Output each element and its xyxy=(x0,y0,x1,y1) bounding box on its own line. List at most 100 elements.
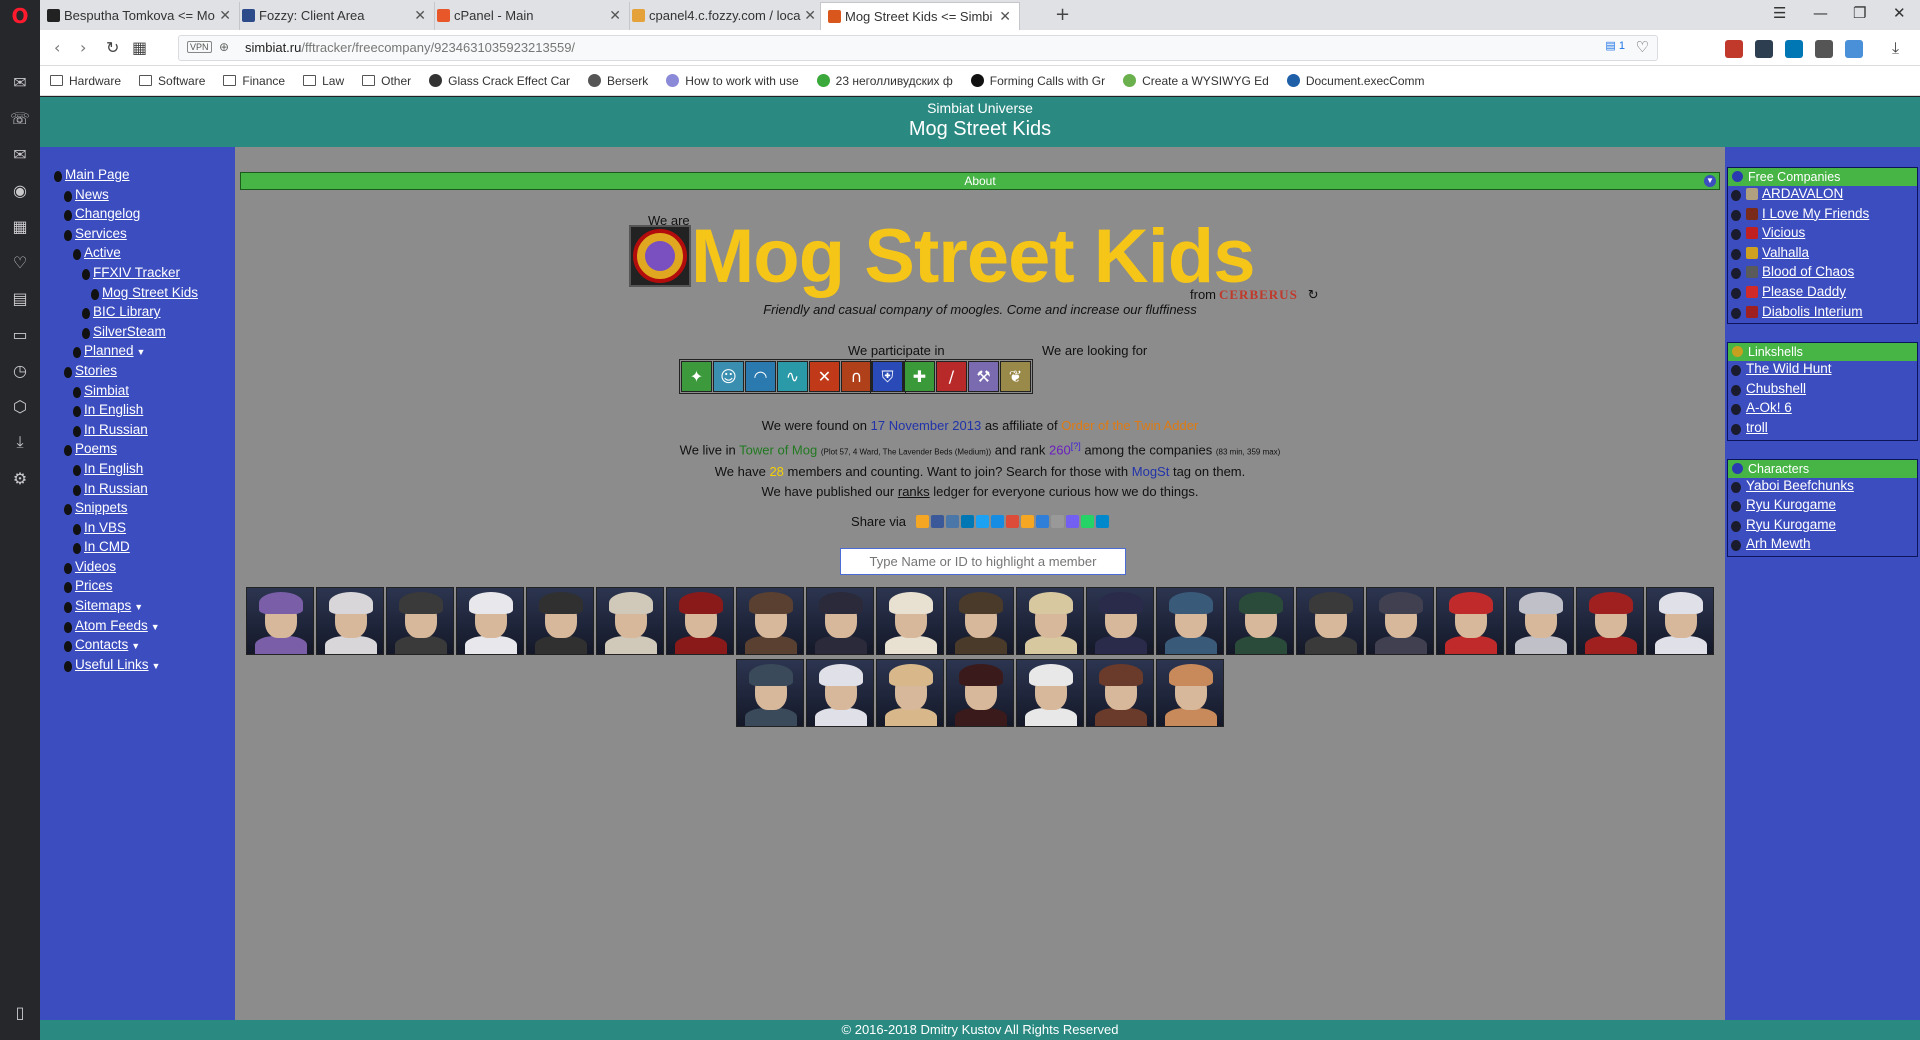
member-avatar[interactable] xyxy=(1576,587,1644,655)
nav-item[interactable]: In English xyxy=(40,461,235,481)
extension-icon[interactable] xyxy=(1755,40,1773,58)
nav-link[interactable]: Sitemaps xyxy=(75,598,131,613)
news-icon[interactable]: ▤ xyxy=(8,286,32,310)
member-avatar[interactable] xyxy=(526,587,594,655)
nav-link[interactable]: FFXIV Tracker xyxy=(93,265,180,280)
linkshell-link[interactable]: Chubshell xyxy=(1746,381,1806,396)
about-section-header[interactable]: About ▼ xyxy=(240,172,1720,190)
character-link[interactable]: Ryu Kurogame xyxy=(1746,497,1836,512)
nav-item[interactable]: In VBS xyxy=(40,520,235,540)
bookmark-heart-icon[interactable]: ♡ xyxy=(1636,38,1649,56)
bookmark-link[interactable]: Glass Crack Effect Car xyxy=(429,74,570,88)
close-icon[interactable]: ✕ xyxy=(219,2,231,30)
member-avatar[interactable] xyxy=(946,587,1014,655)
browser-tab[interactable]: cpanel4.c.fozzy.com / loca ✕ xyxy=(625,2,825,30)
browser-tab[interactable]: cPanel - Main ✕ xyxy=(430,2,630,30)
share-service-icon[interactable] xyxy=(1035,515,1049,528)
bookmark-link[interactable]: Berserk xyxy=(587,74,648,88)
bookmark-link[interactable]: Forming Calls with Gr xyxy=(970,74,1105,88)
member-avatar[interactable] xyxy=(1506,587,1574,655)
free-company-item[interactable]: Valhalla xyxy=(1728,245,1917,265)
member-avatar[interactable] xyxy=(666,587,734,655)
linkshell-item[interactable]: Chubshell xyxy=(1728,381,1917,401)
member-avatar[interactable] xyxy=(1436,587,1504,655)
nav-link[interactable]: In English xyxy=(84,402,143,417)
member-avatar[interactable] xyxy=(1156,587,1224,655)
nav-item[interactable]: Planned ▼ xyxy=(40,343,235,363)
nav-link[interactable]: Useful Links xyxy=(75,657,149,672)
forward-icon[interactable]: › xyxy=(80,38,86,57)
minimize-icon[interactable]: — xyxy=(1813,4,1828,22)
nav-item[interactable]: In English xyxy=(40,402,235,422)
member-avatar[interactable] xyxy=(1646,587,1714,655)
close-icon[interactable]: ✕ xyxy=(999,3,1011,30)
bookmark-link[interactable]: How to work with use xyxy=(666,74,799,88)
member-avatar[interactable] xyxy=(806,659,874,727)
url-text[interactable]: simbiat.ru/fftracker/freecompany/9234631… xyxy=(245,40,575,55)
nav-link[interactable]: BIC Library xyxy=(93,304,161,319)
nav-link[interactable]: Videos xyxy=(75,559,116,574)
extensions-icon[interactable]: ⬡ xyxy=(8,394,32,418)
share-service-icon[interactable] xyxy=(990,515,1004,528)
share-service-icon[interactable] xyxy=(1065,515,1079,528)
nav-link[interactable]: In CMD xyxy=(84,539,130,554)
member-avatar[interactable] xyxy=(1016,659,1084,727)
nav-item[interactable]: Changelog xyxy=(40,206,235,226)
nav-item[interactable]: Prices xyxy=(40,578,235,598)
bookmark-link[interactable]: 23 неголливудских ф xyxy=(816,74,953,88)
translate-badge[interactable]: ▤ 1 xyxy=(1605,39,1625,52)
bookmark-link[interactable]: Create a WYSIWYG Ed xyxy=(1123,74,1269,88)
nav-link[interactable]: In VBS xyxy=(84,520,126,535)
member-avatar[interactable] xyxy=(1086,659,1154,727)
member-avatar[interactable] xyxy=(1366,587,1434,655)
share-service-icon[interactable] xyxy=(975,515,989,528)
free-company-link[interactable]: Diabolis Interium xyxy=(1762,304,1863,319)
member-search-input[interactable] xyxy=(840,548,1126,575)
member-avatar[interactable] xyxy=(736,587,804,655)
member-avatar[interactable] xyxy=(806,587,874,655)
free-company-link[interactable]: Blood of Chaos xyxy=(1762,264,1854,279)
camera-icon[interactable]: ◉ xyxy=(8,178,32,202)
member-avatar[interactable] xyxy=(1086,587,1154,655)
browser-tab[interactable]: Fozzy: Client Area ✕ xyxy=(235,2,435,30)
linkshell-link[interactable]: troll xyxy=(1746,420,1768,435)
share-service-icon[interactable] xyxy=(945,515,959,528)
nav-item[interactable]: BIC Library xyxy=(40,304,235,324)
member-avatar[interactable] xyxy=(386,587,454,655)
nav-link[interactable]: Planned xyxy=(84,343,134,358)
bookmark-folder[interactable]: Software xyxy=(139,74,205,88)
nav-item[interactable]: Contacts ▼ xyxy=(40,637,235,657)
nav-item[interactable]: Active xyxy=(40,245,235,265)
character-item[interactable]: Yaboi Beefchunks xyxy=(1728,478,1917,498)
settings-icon[interactable]: ⚙ xyxy=(8,466,32,490)
member-avatar[interactable] xyxy=(316,587,384,655)
free-company-link[interactable]: Vicious xyxy=(1762,225,1805,240)
reload-icon[interactable]: ↻ xyxy=(106,38,119,57)
bookmark-folder[interactable]: Law xyxy=(303,74,344,88)
character-item[interactable]: Arh Mewth xyxy=(1728,536,1917,556)
nav-item[interactable]: Useful Links ▼ xyxy=(40,657,235,677)
tabs-icon[interactable]: ▭ xyxy=(8,322,32,346)
dropdown-caret-icon[interactable]: ▼ xyxy=(134,602,143,612)
linkshell-item[interactable]: A-Ok! 6 xyxy=(1728,400,1917,420)
share-service-icon[interactable] xyxy=(1050,515,1064,528)
free-company-item[interactable]: I Love My Friends xyxy=(1728,206,1917,226)
character-item[interactable]: Ryu Kurogame xyxy=(1728,517,1917,537)
browser-tab[interactable]: Besputha Tomkova <= Mo ✕ xyxy=(40,2,240,30)
member-avatar[interactable] xyxy=(876,659,944,727)
nav-link[interactable]: Poems xyxy=(75,441,117,456)
whatsapp-icon[interactable]: ☏ xyxy=(8,106,32,130)
nav-link[interactable]: Main Page xyxy=(65,167,130,182)
nav-item[interactable]: Snippets xyxy=(40,500,235,520)
dropdown-caret-icon[interactable]: ▼ xyxy=(152,661,161,671)
member-avatar[interactable] xyxy=(946,659,1014,727)
free-company-item[interactable]: Please Daddy xyxy=(1728,284,1917,304)
refresh-icon[interactable]: ↻ xyxy=(1308,288,1319,303)
nav-link[interactable]: Active xyxy=(84,245,121,260)
nav-item[interactable]: Services xyxy=(40,226,235,246)
rank-help-link[interactable]: [?] xyxy=(1071,441,1081,451)
linkshell-item[interactable]: The Wild Hunt xyxy=(1728,361,1917,381)
back-icon[interactable]: ‹ xyxy=(54,38,60,57)
messenger-icon[interactable]: ✉ xyxy=(8,70,32,94)
nav-link[interactable]: News xyxy=(75,187,109,202)
